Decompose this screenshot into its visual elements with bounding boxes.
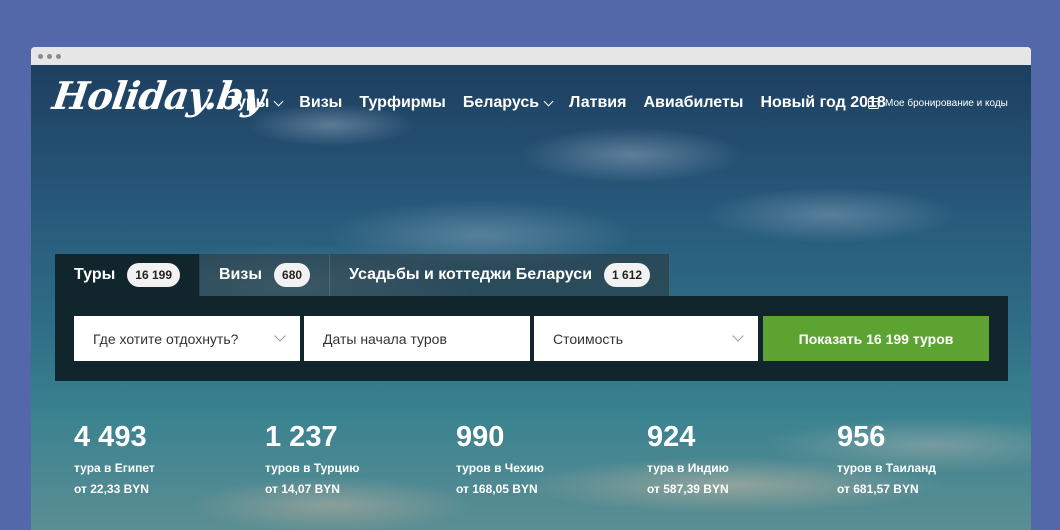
stat-india[interactable]: 924 тура в Индию от 587,39 BYN <box>647 422 729 496</box>
nav-item-latvia[interactable]: Латвия <box>569 94 626 112</box>
stat-egypt[interactable]: 4 493 тура в Египет от 22,33 BYN <box>74 422 155 496</box>
destination-select[interactable]: Где хотите отдохнуть? <box>74 316 300 361</box>
my-booking-link[interactable]: Мое бронирование и коды <box>868 98 1008 109</box>
stat-price: от 14,07 BYN <box>265 482 340 496</box>
chevron-down-icon <box>273 96 284 106</box>
tab-label: Усадьбы и коттеджи Беларуси <box>349 266 593 283</box>
stat-label: туров в Турцию <box>265 461 360 475</box>
nav-label: Беларусь <box>462 94 540 111</box>
browser-titlebar <box>31 47 1031 65</box>
stat-price: от 681,57 BYN <box>837 482 919 496</box>
stat-price: от 22,33 BYN <box>74 482 149 496</box>
nav-label: Авиабилеты <box>643 94 744 111</box>
hero-section: Holiday.by Туры Визы Турфирмы Беларусь Л… <box>31 65 1031 530</box>
price-select[interactable]: Стоимость <box>534 316 758 361</box>
show-tours-button[interactable]: Показать 16 199 туров <box>763 316 989 361</box>
stat-number: 956 <box>837 421 886 453</box>
stat-label: туров в Таиланд <box>837 461 937 475</box>
calendar-icon <box>868 98 879 109</box>
tab-tours[interactable]: Туры 16 199 <box>55 254 200 296</box>
chevron-down-icon <box>543 96 554 106</box>
count-badge: 680 <box>274 263 311 287</box>
dates-input[interactable]: Даты начала туров <box>304 316 530 361</box>
tab-cottages[interactable]: Усадьбы и коттеджи Беларуси 1 612 <box>330 254 671 296</box>
nav-item-visas[interactable]: Визы <box>299 94 342 112</box>
count-badge: 1 612 <box>604 263 651 287</box>
stat-number: 924 <box>647 421 696 453</box>
search-panel: Где хотите отдохнуть? Даты начала туров … <box>55 296 1008 381</box>
window-dot-icon[interactable] <box>56 53 61 59</box>
stat-thailand[interactable]: 956 туров в Таиланд от 681,57 BYN <box>837 422 936 496</box>
main-nav: Туры Визы Турфирмы Беларусь Латвия Авиаб… <box>228 94 903 112</box>
stat-label: тура в Индию <box>647 461 729 475</box>
chevron-down-icon <box>732 330 744 342</box>
nav-label: Туры <box>228 94 270 111</box>
price-placeholder: Стоимость <box>553 330 624 347</box>
nav-item-belarus[interactable]: Беларусь <box>462 94 554 112</box>
chevron-down-icon <box>274 330 286 342</box>
nav-item-tour-agencies[interactable]: Турфирмы <box>359 94 446 112</box>
dates-placeholder: Даты начала туров <box>323 330 447 347</box>
nav-label: Латвия <box>569 94 627 111</box>
stat-price: от 168,05 BYN <box>456 482 538 496</box>
nav-item-new-year[interactable]: Новый год 2018 <box>760 94 885 112</box>
tab-visas[interactable]: Визы 680 <box>200 254 331 296</box>
destination-placeholder: Где хотите отдохнуть? <box>93 330 239 347</box>
nav-item-flights[interactable]: Авиабилеты <box>643 94 743 112</box>
window-dot-icon[interactable] <box>38 53 43 59</box>
stat-number: 4 493 <box>74 421 147 453</box>
tab-label: Туры <box>74 266 116 283</box>
window-dot-icon[interactable] <box>47 53 52 59</box>
my-booking-label: Мое бронирование и коды <box>885 98 1008 109</box>
tab-label: Визы <box>219 266 263 283</box>
count-badge: 16 199 <box>127 263 180 287</box>
stat-label: тура в Египет <box>74 461 155 475</box>
stat-czech[interactable]: 990 туров в Чехию от 168,05 BYN <box>456 422 544 496</box>
browser-window: Holiday.by Туры Визы Турфирмы Беларусь Л… <box>31 47 1031 530</box>
nav-label: Новый год 2018 <box>760 94 886 111</box>
nav-item-tours[interactable]: Туры <box>228 94 284 112</box>
nav-label: Турфирмы <box>359 94 446 111</box>
nav-label: Визы <box>299 94 343 111</box>
stat-turkey[interactable]: 1 237 туров в Турцию от 14,07 BYN <box>265 422 360 496</box>
stat-label: туров в Чехию <box>456 461 545 475</box>
search-tabs: Туры 16 199 Визы 680 Усадьбы и коттеджи … <box>55 254 671 296</box>
stat-number: 1 237 <box>265 421 338 453</box>
stat-price: от 587,39 BYN <box>647 482 729 496</box>
stat-number: 990 <box>456 421 505 453</box>
